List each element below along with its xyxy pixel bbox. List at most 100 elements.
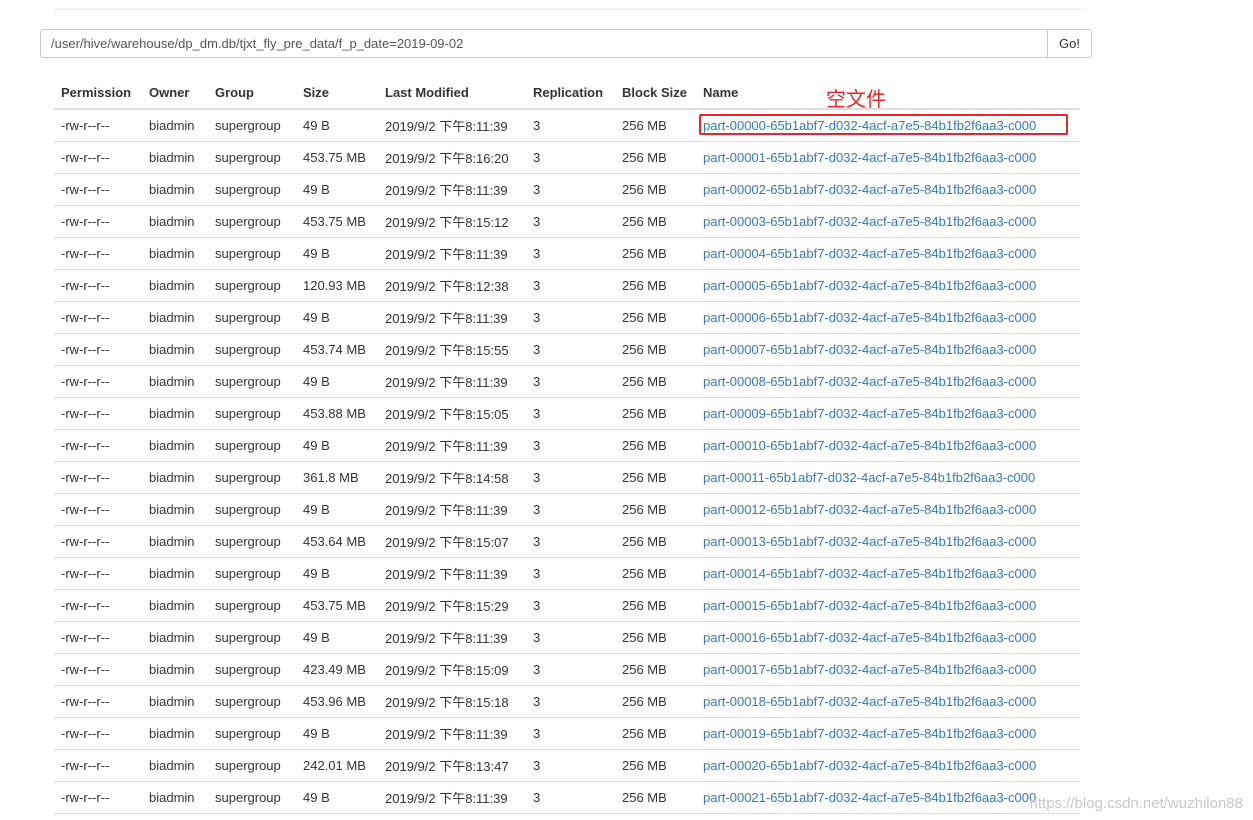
annotation-highlight-box [699, 114, 1068, 135]
file-link[interactable]: part-00018-65b1abf7-d032-4acf-a7e5-84b1f… [703, 694, 1036, 709]
cell-group: supergroup [208, 493, 296, 526]
cell-block-size: 256 MB [615, 397, 696, 430]
cell-last-modified: 2019/9/2 下午8:15:07 [378, 525, 526, 558]
cell-group: supergroup [208, 781, 296, 814]
cell-replication: 3 [526, 397, 615, 430]
file-link[interactable]: part-00012-65b1abf7-d032-4acf-a7e5-84b1f… [703, 502, 1036, 517]
cell-size: 49 B [296, 109, 378, 142]
cell-last-modified: 2019/9/2 下午8:15:12 [378, 205, 526, 238]
cell-replication: 3 [526, 237, 615, 270]
cell-last-modified: 2019/9/2 下午8:15:09 [378, 653, 526, 686]
cell-block-size: 256 MB [615, 237, 696, 270]
file-link[interactable]: part-00014-65b1abf7-d032-4acf-a7e5-84b1f… [703, 566, 1036, 581]
file-link[interactable]: part-00001-65b1abf7-d032-4acf-a7e5-84b1f… [703, 150, 1036, 165]
cell-last-modified: 2019/9/2 下午8:11:39 [378, 781, 526, 814]
cell-size: 49 B [296, 429, 378, 462]
header-last-modified[interactable]: Last Modified [378, 76, 526, 110]
cell-last-modified: 2019/9/2 下午8:14:58 [378, 461, 526, 494]
file-link[interactable]: part-00017-65b1abf7-d032-4acf-a7e5-84b1f… [703, 662, 1036, 677]
cell-owner: biadmin [142, 205, 208, 238]
file-link[interactable]: part-00010-65b1abf7-d032-4acf-a7e5-84b1f… [703, 438, 1036, 453]
cell-owner: biadmin [142, 333, 208, 366]
file-link[interactable]: part-00015-65b1abf7-d032-4acf-a7e5-84b1f… [703, 598, 1036, 613]
cell-group: supergroup [208, 653, 296, 686]
file-link[interactable]: part-00013-65b1abf7-d032-4acf-a7e5-84b1f… [703, 534, 1036, 549]
cell-last-modified: 2019/9/2 下午8:11:39 [378, 621, 526, 654]
cell-owner: biadmin [142, 525, 208, 558]
cell-name: part-00020-65b1abf7-d032-4acf-a7e5-84b1f… [696, 749, 1080, 782]
file-link[interactable]: part-00019-65b1abf7-d032-4acf-a7e5-84b1f… [703, 726, 1036, 741]
cell-group: supergroup [208, 429, 296, 462]
table-row: -rw-r--r-- biadmin supergroup 453.96 MB 2019… [54, 685, 1080, 718]
cell-group: supergroup [208, 301, 296, 334]
file-link[interactable]: part-00009-65b1abf7-d032-4acf-a7e5-84b1f… [703, 406, 1036, 421]
cell-permission: -rw-r--r-- [54, 365, 142, 398]
cell-block-size: 256 MB [615, 493, 696, 526]
file-link[interactable]: part-00020-65b1abf7-d032-4acf-a7e5-84b1f… [703, 758, 1036, 773]
cell-permission: -rw-r--r-- [54, 173, 142, 206]
cell-owner: biadmin [142, 781, 208, 814]
file-link[interactable]: part-00003-65b1abf7-d032-4acf-a7e5-84b1f… [703, 214, 1036, 229]
header-permission[interactable]: Permission [54, 76, 142, 110]
cell-replication: 3 [526, 205, 615, 238]
file-link[interactable]: part-00011-65b1abf7-d032-4acf-a7e5-84b1f… [703, 470, 1035, 485]
header-owner[interactable]: Owner [142, 76, 208, 110]
file-link[interactable]: part-00005-65b1abf7-d032-4acf-a7e5-84b1f… [703, 278, 1036, 293]
header-replication[interactable]: Replication [526, 76, 615, 110]
go-button[interactable]: Go! [1048, 29, 1092, 58]
cell-block-size: 256 MB [615, 781, 696, 814]
file-link[interactable]: part-00021-65b1abf7-d032-4acf-a7e5-84b1f… [703, 790, 1036, 805]
cell-owner: biadmin [142, 717, 208, 750]
path-input[interactable] [40, 29, 1048, 58]
cell-permission: -rw-r--r-- [54, 685, 142, 718]
table-row: -rw-r--r-- biadmin supergroup 49 B 2019/9/2 … [54, 621, 1080, 654]
path-bar: Go! [40, 29, 1092, 58]
cell-permission: -rw-r--r-- [54, 525, 142, 558]
cell-block-size: 256 MB [615, 557, 696, 590]
file-rows: -rw-r--r-- biadmin supergroup 49 B 2019/9/2 … [54, 109, 1080, 814]
table-row: -rw-r--r-- biadmin supergroup 49 B 2019/9/2 … [54, 237, 1080, 270]
header-group[interactable]: Group [208, 76, 296, 110]
cell-name: part-00012-65b1abf7-d032-4acf-a7e5-84b1f… [696, 493, 1080, 526]
header-size[interactable]: Size [296, 76, 378, 110]
cell-group: supergroup [208, 365, 296, 398]
cell-size: 453.74 MB [296, 333, 378, 366]
cell-last-modified: 2019/9/2 下午8:16:20 [378, 141, 526, 174]
file-link[interactable]: part-00002-65b1abf7-d032-4acf-a7e5-84b1f… [703, 182, 1036, 197]
cell-replication: 3 [526, 269, 615, 302]
cell-owner: biadmin [142, 653, 208, 686]
cell-replication: 3 [526, 717, 615, 750]
cell-last-modified: 2019/9/2 下午8:15:29 [378, 589, 526, 622]
cell-size: 49 B [296, 365, 378, 398]
file-link[interactable]: part-00007-65b1abf7-d032-4acf-a7e5-84b1f… [703, 342, 1036, 357]
file-link[interactable]: part-00006-65b1abf7-d032-4acf-a7e5-84b1f… [703, 310, 1036, 325]
cell-block-size: 256 MB [615, 749, 696, 782]
cell-replication: 3 [526, 557, 615, 590]
cell-name: part-00005-65b1abf7-d032-4acf-a7e5-84b1f… [696, 269, 1080, 302]
cell-replication: 3 [526, 141, 615, 174]
file-link[interactable]: part-00008-65b1abf7-d032-4acf-a7e5-84b1f… [703, 374, 1036, 389]
cell-block-size: 256 MB [615, 653, 696, 686]
cell-size: 242.01 MB [296, 749, 378, 782]
cell-replication: 3 [526, 461, 615, 494]
cell-size: 453.75 MB [296, 205, 378, 238]
file-link[interactable]: part-00004-65b1abf7-d032-4acf-a7e5-84b1f… [703, 246, 1036, 261]
cell-last-modified: 2019/9/2 下午8:13:47 [378, 749, 526, 782]
cell-last-modified: 2019/9/2 下午8:11:39 [378, 237, 526, 270]
annotation-label: 空文件 [826, 87, 886, 111]
header-name[interactable]: Name [696, 76, 1080, 110]
file-link[interactable]: part-00016-65b1abf7-d032-4acf-a7e5-84b1f… [703, 630, 1036, 645]
table-row: -rw-r--r-- biadmin supergroup 49 B 2019/9/2 … [54, 429, 1080, 462]
cell-permission: -rw-r--r-- [54, 237, 142, 270]
cell-replication: 3 [526, 621, 615, 654]
cell-name: part-00004-65b1abf7-d032-4acf-a7e5-84b1f… [696, 237, 1080, 270]
cell-block-size: 256 MB [615, 621, 696, 654]
cell-group: supergroup [208, 621, 296, 654]
cell-size: 453.75 MB [296, 141, 378, 174]
cell-last-modified: 2019/9/2 下午8:11:39 [378, 301, 526, 334]
file-table: Permission Owner Group Size Last Modifie… [54, 76, 1080, 814]
header-block-size[interactable]: Block Size [615, 76, 696, 110]
cell-replication: 3 [526, 173, 615, 206]
cell-name: part-00009-65b1abf7-d032-4acf-a7e5-84b1f… [696, 397, 1080, 430]
cell-replication: 3 [526, 781, 615, 814]
